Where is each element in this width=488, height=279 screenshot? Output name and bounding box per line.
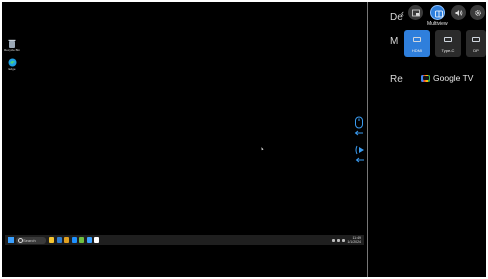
settings-button[interactable] [470,5,485,20]
multiview-button[interactable] [430,5,445,20]
taskbar-app-icon[interactable] [79,237,84,243]
background-text: Re [390,74,403,85]
input-tile-dp[interactable]: DP [466,30,486,57]
osd-panel: De M Re ‹ Multiview HDMI Type-C DP Googl… [368,2,486,277]
desktop-icon-recycle-bin[interactable]: Recycle Bin [4,39,20,52]
recycle-bin-icon [8,39,16,48]
google-tv-label: Google TV [433,73,474,83]
mouse-pointer [260,146,264,151]
google-tv-icon [421,74,430,82]
input-tile-label: DP [473,48,479,53]
taskbar-apps [49,237,99,243]
mouse-left-active-icon [354,116,363,136]
picture-in-picture-icon [411,9,420,16]
windows-desktop: Recycle Bin Edge Search 11:49 1/1/2024 [2,2,387,277]
screen-frame: Recycle Bin Edge Search 11:49 1/1/2024 D… [2,2,486,277]
desktop-icon-label: Recycle Bin [4,48,20,52]
taskbar: Search 11:49 1/1/2024 [5,235,364,245]
gear-icon [474,9,481,16]
speaker-icon[interactable] [342,238,346,242]
audio-left-active-icon [355,145,364,163]
taskbar-app-icon[interactable] [64,237,69,243]
type-c-port-icon [444,37,452,42]
clock[interactable]: 11:49 1/1/2024 [347,236,361,244]
audio-left-switch[interactable] [353,143,367,165]
taskbar-app-icon[interactable] [94,237,99,243]
input-tile-hdmi[interactable]: HDMI [404,30,430,57]
taskbar-app-icon[interactable] [49,237,54,243]
desktop-icon-label: Edge [8,67,16,71]
start-button[interactable] [8,237,14,243]
input-tile-label: HDMI [411,48,423,53]
dp-port-icon [472,37,480,42]
taskbar-search[interactable]: Search [16,236,46,244]
input-tile-type-c[interactable]: Type-C [435,30,461,57]
desktop-icon-edge[interactable]: Edge [5,58,19,71]
system-tray: 11:49 1/1/2024 [332,236,361,244]
google-tv-button[interactable]: Google TV [421,73,473,83]
clock-date: 1/1/2024 [347,240,361,244]
background-text: M [390,36,399,47]
pip-button[interactable] [408,5,423,20]
taskbar-search-placeholder: Search [23,237,36,243]
chevron-up-icon[interactable] [332,238,336,242]
input-tile-label: Type-C [441,48,455,53]
mouse-left-switch[interactable] [353,116,365,138]
hdmi-port-icon [413,37,421,42]
taskbar-app-icon[interactable] [86,237,92,243]
taskbar-app-icon[interactable] [71,237,77,243]
network-icon[interactable] [337,238,341,242]
edge-icon [8,58,16,67]
taskbar-app-icon[interactable] [56,237,62,243]
volume-button[interactable] [451,5,466,20]
volume-icon [455,9,462,16]
chevron-left-icon[interactable]: ‹ [401,8,404,18]
multiview-icon [434,10,443,17]
multiview-label: Multiview [427,21,448,27]
